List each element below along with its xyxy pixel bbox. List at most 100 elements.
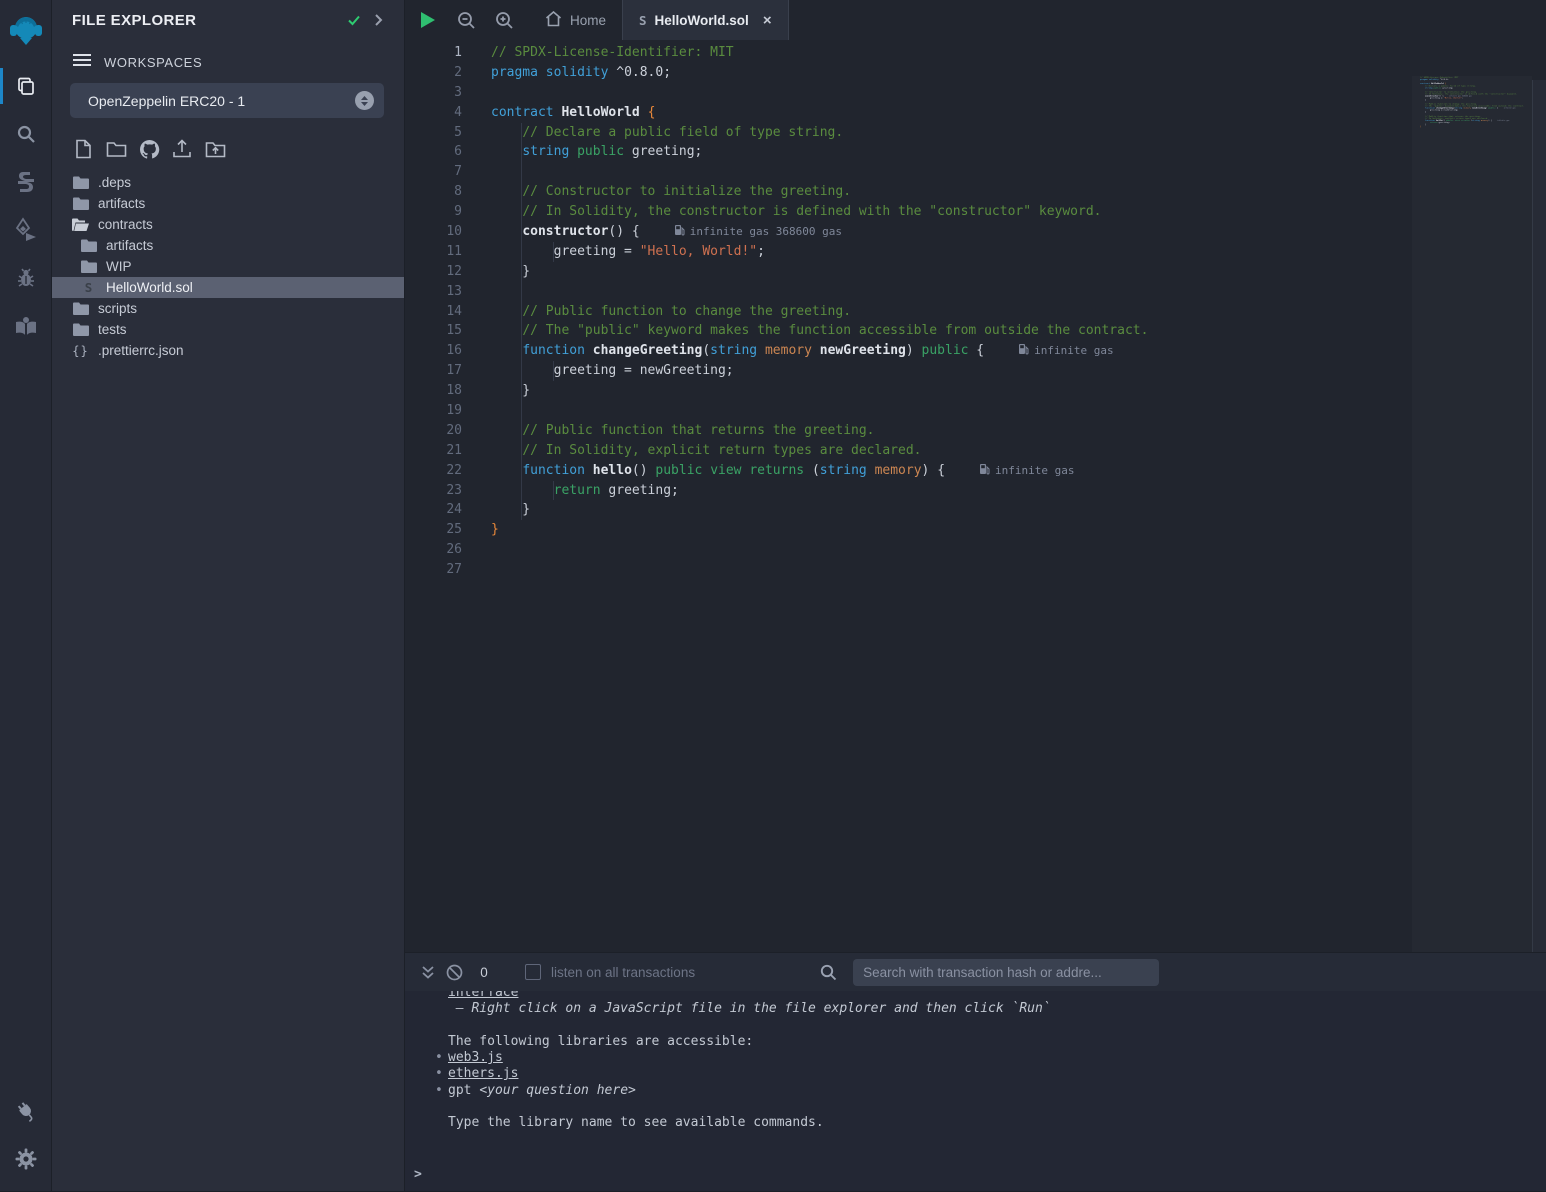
code-line: 15 // The "public" keyword makes the fun… <box>405 321 1546 341</box>
listen-transactions-checkbox[interactable] <box>525 964 541 980</box>
tree-item-label: artifacts <box>106 238 153 253</box>
terminal-link[interactable]: web3.js <box>448 1050 503 1065</box>
tree-item-artifacts[interactable]: artifacts <box>52 235 404 256</box>
tab-close-icon[interactable]: × <box>763 13 772 28</box>
upload-file-button[interactable] <box>171 138 193 160</box>
terminal-link[interactable]: ethers.js <box>448 1066 518 1081</box>
sidebar-item-deploy-run[interactable] <box>0 206 52 254</box>
json-braces-icon: {} <box>72 344 88 358</box>
line-number: 12 <box>405 262 462 282</box>
code-line: 24 } <box>405 500 1546 520</box>
solidity-compiler-icon <box>15 170 37 194</box>
terminal-panel: 0 listen on all transactions interface –… <box>405 952 1546 1191</box>
tab-label: HelloWorld.sol <box>655 13 749 28</box>
terminal-lines: interface – Right click on a JavaScript … <box>448 991 1546 1132</box>
tab-home[interactable]: Home <box>529 0 622 40</box>
upload-folder-button[interactable] <box>204 138 226 160</box>
terminal-line <box>448 1018 1546 1034</box>
code-line: 2pragma solidity ^0.8.0; <box>405 63 1546 83</box>
line-number: 1 <box>405 43 462 63</box>
sidebar-item-solidity-compiler[interactable] <box>0 158 52 206</box>
code-line: 22 function hello() public view returns … <box>405 461 1546 481</box>
code-line: 23 return greeting; <box>405 481 1546 501</box>
line-number: 6 <box>405 142 462 162</box>
zoom-in-button[interactable] <box>493 9 515 31</box>
clear-console-button[interactable] <box>441 960 467 984</box>
line-number: 16 <box>405 341 462 361</box>
tree-item-helloworld-sol[interactable]: SHelloWorld.sol <box>52 277 404 298</box>
collapse-panel-button[interactable] <box>366 8 390 32</box>
gas-pump-icon <box>674 224 685 236</box>
editor-scrollbar[interactable] <box>1532 80 1546 952</box>
terminal-line: •gpt <your question here> <box>448 1083 1546 1099</box>
tree-item--prettierrc-json[interactable]: {} .prettierrc.json <box>52 340 404 361</box>
tree-item-label: WIP <box>106 259 132 274</box>
folder-icon <box>81 239 97 252</box>
bullet-icon: • <box>435 1050 443 1066</box>
code-line: 14 // Public function to change the gree… <box>405 302 1546 322</box>
workspaces-label: WORKSPACES <box>104 55 202 70</box>
search-icon <box>14 122 38 146</box>
explorer-actions <box>52 118 404 170</box>
sidebar-item-plugin-manager[interactable] <box>0 1087 52 1135</box>
sidebar-item-learneth[interactable] <box>0 302 52 350</box>
new-file-button[interactable] <box>72 138 94 160</box>
line-number: 23 <box>405 481 462 501</box>
explorer-header: FILE EXPLORER <box>52 0 404 40</box>
gas-pump-icon <box>979 463 990 475</box>
tree-item-contracts[interactable]: contracts <box>52 214 404 235</box>
editor-toolbar <box>405 0 529 40</box>
tree-item-label: .prettierrc.json <box>98 343 184 358</box>
workspace-check-button[interactable] <box>342 8 366 32</box>
tree-item-wip[interactable]: WIP <box>52 256 404 277</box>
code-line: 7 <box>405 162 1546 182</box>
code-line: 9 // In Solidity, the constructor is def… <box>405 202 1546 222</box>
sidebar-item-settings[interactable] <box>0 1135 52 1183</box>
run-script-button[interactable] <box>417 9 439 31</box>
terminal-content[interactable]: interface – Right click on a JavaScript … <box>405 991 1546 1192</box>
sidebar-item-search[interactable] <box>0 110 52 158</box>
activity-bar-bottom <box>0 1087 52 1183</box>
tree-item-tests[interactable]: tests <box>52 319 404 340</box>
listen-transactions-label: listen on all transactions <box>551 965 695 980</box>
line-number: 2 <box>405 63 462 83</box>
code-line: 21 // In Solidity, explicit return types… <box>405 441 1546 461</box>
terminal-link[interactable]: interface <box>448 991 518 1000</box>
search-icon <box>820 964 837 981</box>
remix-logo-icon <box>6 11 46 51</box>
code-line: 27 <box>405 560 1546 580</box>
terminal-line: – Right click on a JavaScript file in th… <box>448 1001 1546 1017</box>
folder-open-icon <box>72 218 89 231</box>
clear-console-icon <box>446 964 463 981</box>
line-number: 10 <box>405 222 462 242</box>
gas-estimate-annotation: infinite gas <box>979 464 1074 477</box>
tree-item-artifacts[interactable]: artifacts <box>52 193 404 214</box>
terminal-search-input[interactable] <box>853 959 1159 986</box>
sidebar-item-file-explorer[interactable] <box>0 62 52 110</box>
check-icon <box>346 12 362 28</box>
remix-logo <box>0 0 52 62</box>
terminal-line <box>448 1099 1546 1115</box>
clone-github-button[interactable] <box>138 138 160 160</box>
sidebar-item-debugger[interactable] <box>0 254 52 302</box>
workspaces-menu-button[interactable] <box>72 52 92 73</box>
terminal-line: •web3.js <box>448 1050 1546 1066</box>
code-line: 10 constructor() {infinite gas 368600 ga… <box>405 222 1546 242</box>
editor-minimap[interactable]: // SPDX-License-Identifier: MITpragma so… <box>1412 76 1532 952</box>
folder-icon <box>73 197 89 210</box>
active-indicator <box>0 68 3 104</box>
line-number: 15 <box>405 321 462 341</box>
tree-item-scripts[interactable]: scripts <box>52 298 404 319</box>
line-number: 27 <box>405 560 462 580</box>
tree-item--deps[interactable]: .deps <box>52 172 404 193</box>
line-number: 7 <box>405 162 462 182</box>
main-area: HomeSHelloWorld.sol× 1// SPDX-License-Id… <box>405 0 1546 1191</box>
tab-helloworld-sol[interactable]: SHelloWorld.sol× <box>622 0 789 40</box>
code-editor[interactable]: 1// SPDX-License-Identifier: MIT2pragma … <box>405 40 1546 952</box>
terminal-expand-button[interactable] <box>415 960 441 984</box>
zoom-out-icon <box>457 11 476 30</box>
new-folder-button[interactable] <box>105 138 127 160</box>
line-number: 9 <box>405 202 462 222</box>
workspace-select[interactable]: OpenZeppelin ERC20 - 1 <box>70 83 384 118</box>
zoom-out-button[interactable] <box>455 9 477 31</box>
